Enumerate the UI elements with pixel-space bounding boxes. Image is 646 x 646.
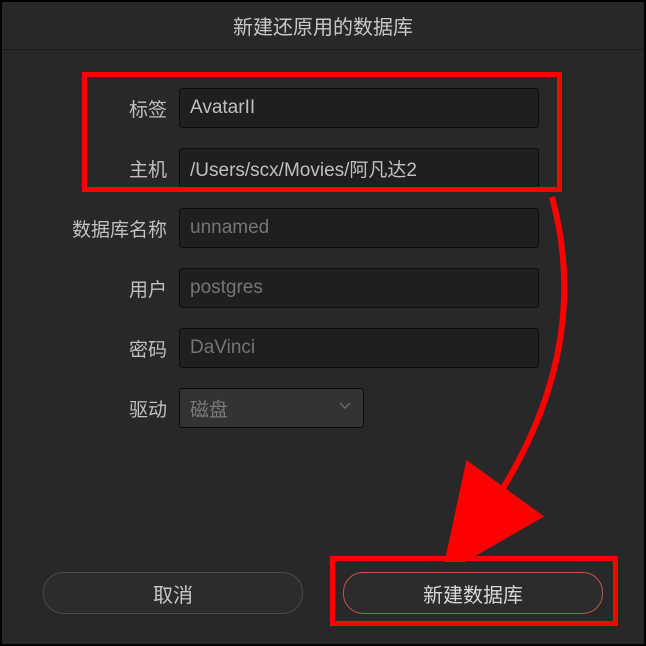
create-database-button[interactable]: 新建数据库 — [343, 572, 603, 614]
row-password: 密码 — [2, 328, 644, 368]
label-host: 主机 — [42, 155, 167, 182]
create-restore-database-dialog: 新建还原用的数据库 标签 主机 数据库名称 用户 密码 — [2, 2, 644, 644]
select-driver-value: 磁盘 — [190, 395, 228, 422]
form-area: 标签 主机 数据库名称 用户 密码 驱动 — [2, 50, 644, 428]
label-dbname: 数据库名称 — [42, 215, 167, 242]
row-driver: 驱动 磁盘 — [2, 388, 644, 428]
chevron-down-icon — [337, 397, 353, 419]
label-tag: 标签 — [42, 95, 167, 122]
row-tag: 标签 — [2, 88, 644, 128]
dialog-title-bar: 新建还原用的数据库 — [2, 2, 644, 50]
input-tag[interactable] — [179, 88, 539, 128]
row-dbname: 数据库名称 — [2, 208, 644, 248]
label-password: 密码 — [42, 335, 167, 362]
row-user: 用户 — [2, 268, 644, 308]
cancel-button-label: 取消 — [153, 579, 193, 608]
create-button-label: 新建数据库 — [423, 579, 523, 608]
dialog-title: 新建还原用的数据库 — [233, 11, 413, 40]
select-driver[interactable]: 磁盘 — [179, 388, 364, 428]
input-password[interactable] — [179, 328, 539, 368]
input-dbname[interactable] — [179, 208, 539, 248]
label-user: 用户 — [42, 275, 167, 302]
label-driver: 驱动 — [42, 395, 167, 422]
input-user[interactable] — [179, 268, 539, 308]
cancel-button[interactable]: 取消 — [43, 572, 303, 614]
row-host: 主机 — [2, 148, 644, 188]
button-row: 取消 新建数据库 — [2, 572, 644, 614]
input-host[interactable] — [179, 148, 539, 188]
